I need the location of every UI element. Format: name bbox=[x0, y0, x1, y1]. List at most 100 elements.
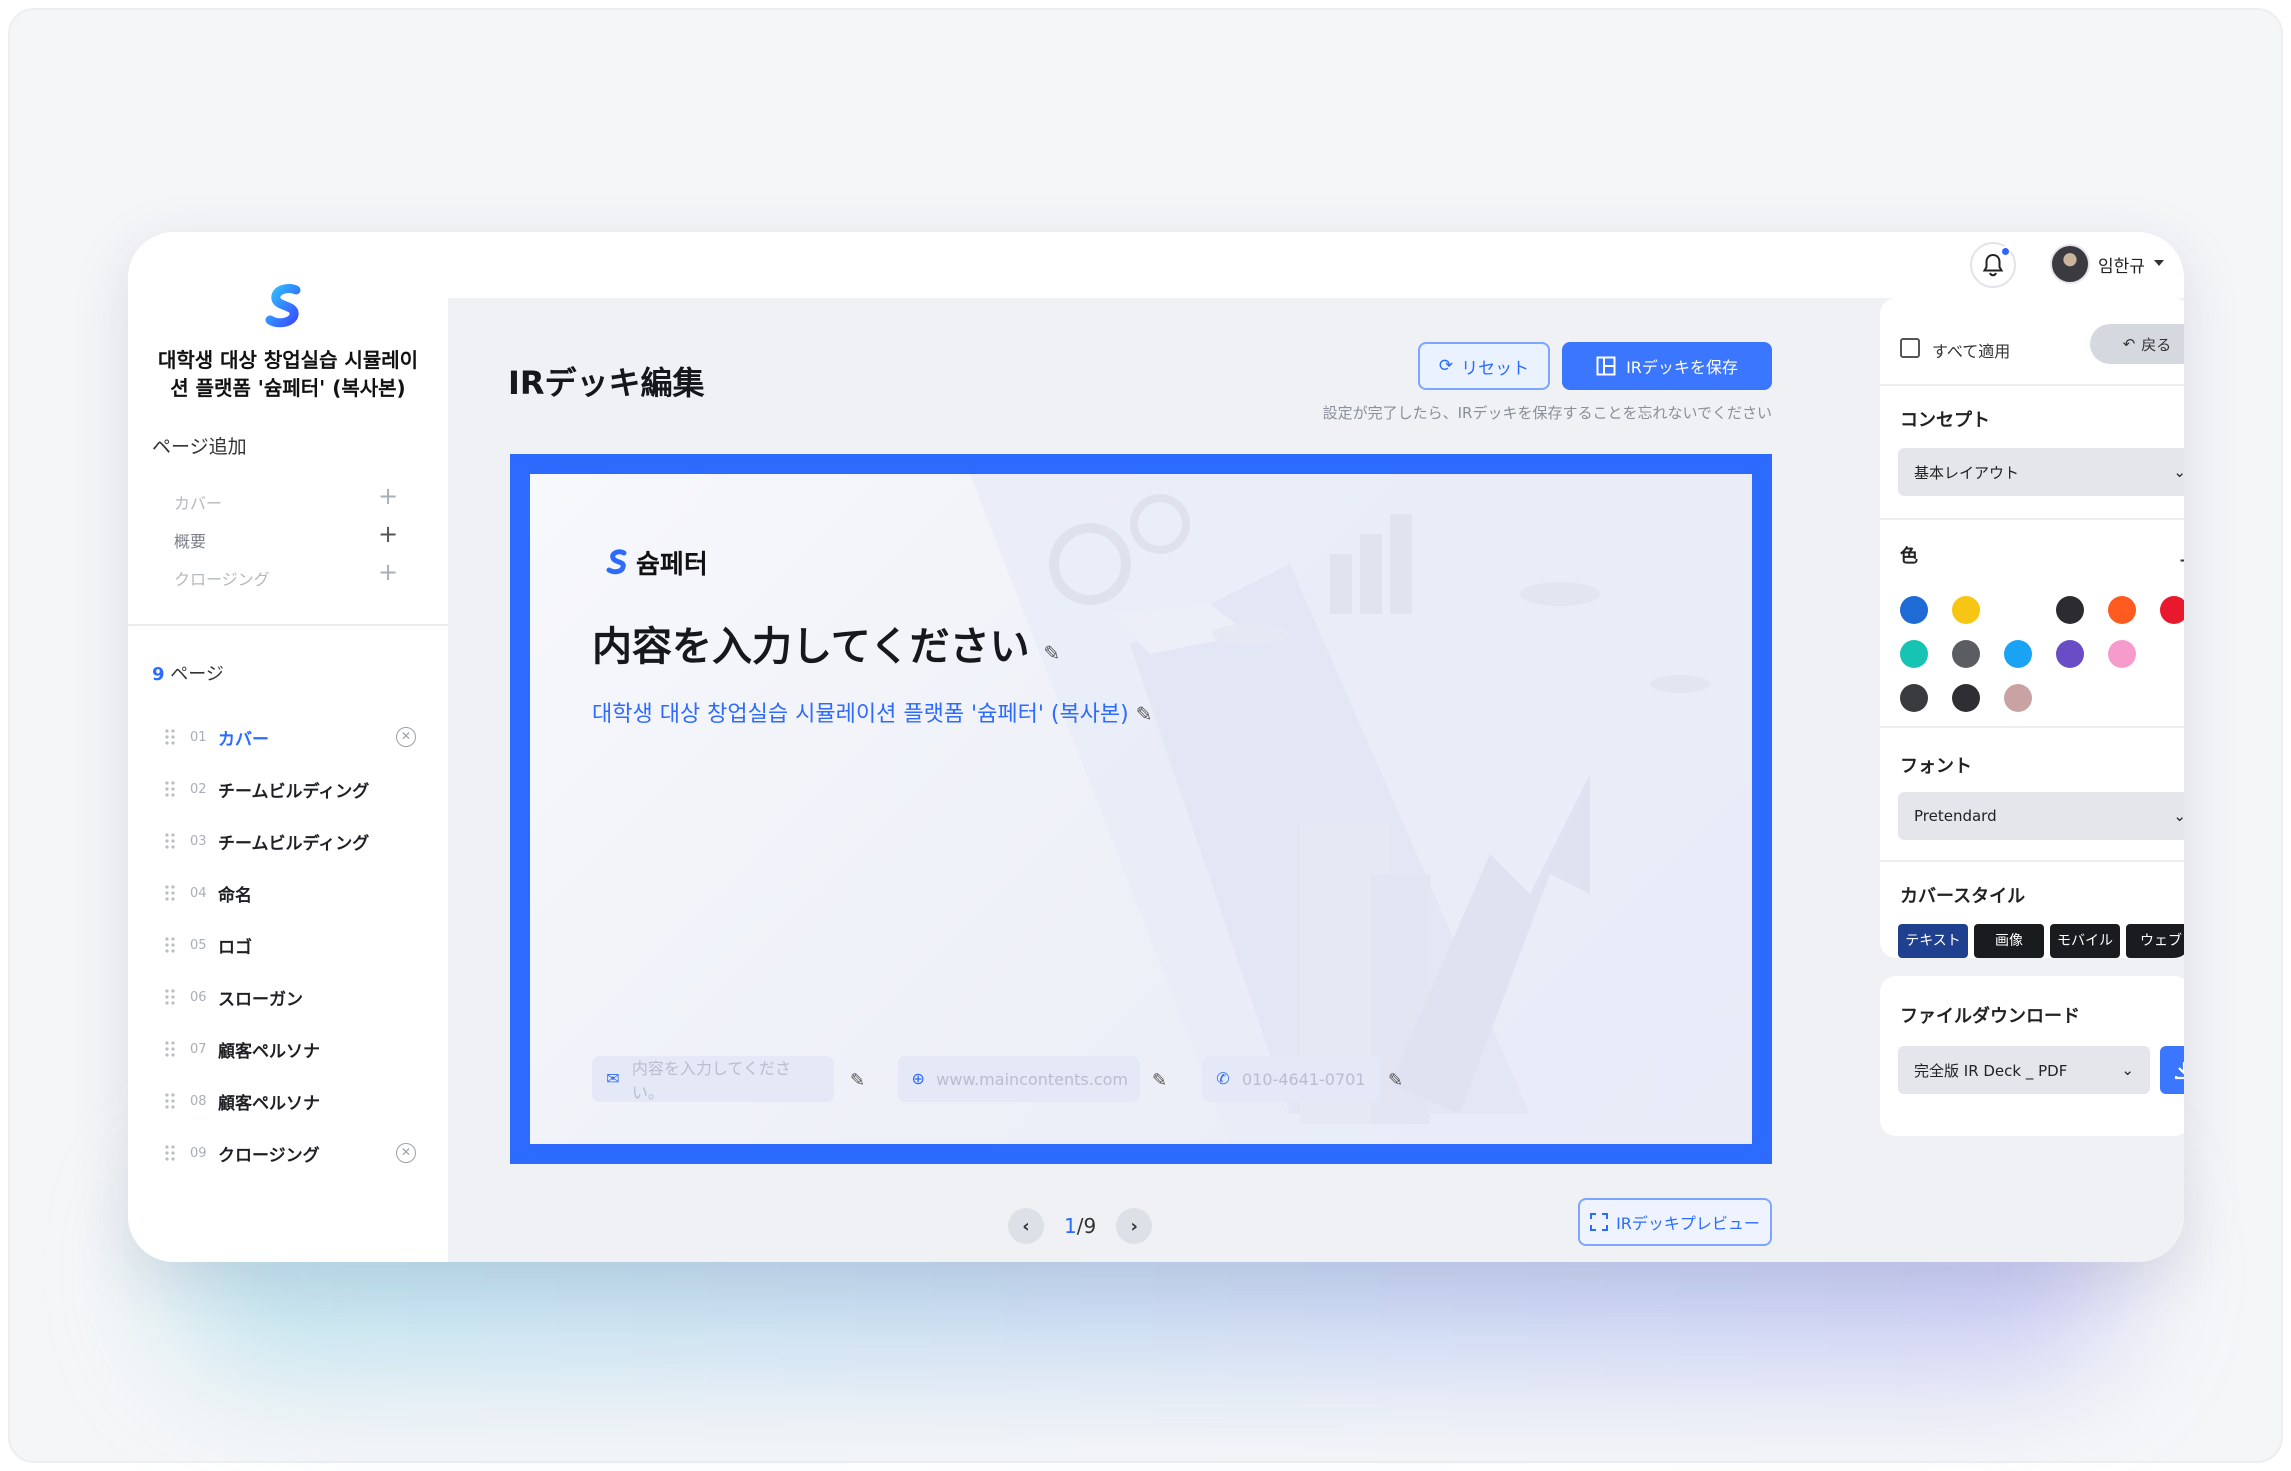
refresh-icon: ⟳ bbox=[1438, 356, 1454, 376]
pencil-icon[interactable]: ✎ bbox=[1152, 1070, 1167, 1091]
page-item[interactable]: 06 スローガン bbox=[164, 982, 414, 1012]
avatar[interactable] bbox=[2050, 244, 2090, 284]
back-button[interactable]: ↶ 戻る bbox=[2090, 324, 2184, 364]
page-item[interactable]: 09 クロージング ✕ bbox=[164, 1138, 416, 1168]
slide-subtitle[interactable]: 대학생 대상 창업실습 시뮬레이션 플랫폼 '슘페터' (복사본) ✎ bbox=[592, 696, 1153, 728]
notification-dot bbox=[2000, 246, 2011, 257]
color-swatch[interactable] bbox=[2004, 684, 2032, 712]
page-item[interactable]: 03 チームビルディング bbox=[164, 826, 414, 856]
logo-icon bbox=[265, 283, 301, 328]
color-swatch[interactable] bbox=[1900, 640, 1928, 668]
add-item-closing[interactable]: クロージング bbox=[174, 566, 270, 590]
drag-handle-icon[interactable] bbox=[164, 988, 176, 1006]
divider bbox=[128, 624, 448, 626]
notification-button[interactable] bbox=[1970, 242, 2016, 288]
sidebar: 대학생 대상 창업실습 시뮬레이션 플랫폼 '슘페터' (복사본) ページ追加 … bbox=[128, 232, 448, 1262]
pencil-icon[interactable]: ✎ bbox=[1136, 702, 1153, 726]
chevron-down-icon: ⌄ bbox=[2173, 463, 2184, 481]
app-window: 임한규 대학생 대상 창업실습 시뮬레이션 플랫폼 '슘페터' (복사본) ペー… bbox=[128, 232, 2184, 1262]
settings-panel: すべて適用 ↶ 戻る コンセプト 基本レイアウト ⌄ 色 + フォント bbox=[1874, 298, 2184, 1262]
color-swatch[interactable] bbox=[2160, 596, 2184, 624]
cover-style-options: テキスト 画像 モバイル ウェブ bbox=[1898, 924, 2184, 958]
phone-field[interactable]: ✆ 010-4641-0701 bbox=[1202, 1056, 1380, 1102]
page-item[interactable]: 01 カバー ✕ bbox=[164, 722, 416, 752]
drag-handle-icon[interactable] bbox=[164, 1144, 176, 1162]
slide-logo: 슘페터 bbox=[604, 544, 708, 581]
divider bbox=[1880, 518, 2184, 520]
globe-icon: ⊕ bbox=[911, 1069, 925, 1088]
divider bbox=[1880, 726, 2184, 728]
next-page-button[interactable]: › bbox=[1116, 1208, 1153, 1244]
chevron-down-icon: ⌄ bbox=[2173, 807, 2184, 825]
color-swatch[interactable] bbox=[2056, 640, 2084, 668]
color-swatch[interactable] bbox=[1900, 684, 1928, 712]
color-swatch[interactable] bbox=[2004, 640, 2032, 668]
color-label: 色 bbox=[1900, 546, 1918, 567]
pager: ‹ 1/9 › bbox=[1008, 1208, 1153, 1244]
add-page-title: ページ追加 bbox=[152, 436, 247, 458]
save-hint: 設定が完了したら、IRデッキを保存することを忘れないでください bbox=[1322, 404, 1772, 422]
drag-handle-icon[interactable] bbox=[164, 1040, 176, 1058]
download-format-select[interactable]: 完全版 IR Deck _ PDF ⌄ bbox=[1898, 1046, 2150, 1094]
drag-handle-icon[interactable] bbox=[164, 780, 176, 798]
add-item-cover[interactable]: カバー bbox=[174, 490, 222, 514]
color-swatch[interactable] bbox=[1952, 640, 1980, 668]
color-swatch[interactable] bbox=[1952, 684, 1980, 712]
preview-button[interactable]: IRデッキプレビュー bbox=[1578, 1198, 1772, 1246]
page-item[interactable]: 04 命名 bbox=[164, 878, 414, 908]
editor-area: IRデッキ編集 ⟳ リセット IRデッキを保存 設定が完了したら、IRデッキを保… bbox=[448, 298, 1874, 1262]
page-title: IRデッキ編集 bbox=[508, 364, 705, 402]
drag-handle-icon[interactable] bbox=[164, 1092, 176, 1110]
font-select[interactable]: Pretendard ⌄ bbox=[1898, 792, 2184, 840]
color-swatch[interactable] bbox=[1952, 596, 1980, 624]
plus-icon[interactable]: + bbox=[378, 560, 398, 584]
color-swatch[interactable] bbox=[2108, 640, 2136, 668]
drag-handle-icon[interactable] bbox=[164, 884, 176, 902]
page-item[interactable]: 08 顧客ペルソナ bbox=[164, 1086, 414, 1116]
color-swatch[interactable] bbox=[2056, 596, 2084, 624]
apply-all-checkbox[interactable] bbox=[1900, 338, 1920, 358]
slide-illustration bbox=[970, 474, 1752, 1144]
add-item-overview[interactable]: 概要 bbox=[174, 528, 206, 552]
save-deck-button[interactable]: IRデッキを保存 bbox=[1562, 342, 1772, 390]
download-button[interactable] bbox=[2160, 1046, 2184, 1094]
pencil-icon[interactable]: ✎ bbox=[850, 1070, 865, 1091]
pencil-icon[interactable]: ✎ bbox=[1388, 1070, 1403, 1091]
divider bbox=[1880, 860, 2184, 862]
slide-canvas[interactable]: 슘페터 内容を入力してください ✎ 대학생 대상 창업실습 시뮬레이션 플랫폼 … bbox=[510, 454, 1772, 1164]
drag-handle-icon[interactable] bbox=[164, 936, 176, 954]
plus-icon[interactable]: + bbox=[378, 484, 398, 508]
download-icon bbox=[2174, 1062, 2184, 1080]
bell-icon bbox=[1982, 253, 2004, 277]
close-icon[interactable]: ✕ bbox=[396, 727, 416, 747]
color-swatch[interactable] bbox=[1900, 596, 1928, 624]
fullscreen-icon bbox=[1590, 1213, 1609, 1231]
page-item[interactable]: 02 チームビルディング bbox=[164, 774, 414, 804]
user-name[interactable]: 임한규 bbox=[2098, 252, 2145, 277]
slide-title[interactable]: 内容を入力してください ✎ bbox=[592, 614, 1060, 672]
page-item[interactable]: 07 顧客ペルソナ bbox=[164, 1034, 414, 1064]
drag-handle-icon[interactable] bbox=[164, 728, 176, 746]
chevron-down-icon[interactable] bbox=[2154, 260, 2164, 266]
plus-icon[interactable]: + bbox=[378, 522, 398, 546]
download-card: ファイルダウンロード 完全版 IR Deck _ PDF ⌄ bbox=[1880, 976, 2184, 1136]
email-field[interactable]: ✉ 内容を入力してください。 bbox=[592, 1056, 834, 1102]
mail-icon: ✉ bbox=[606, 1069, 620, 1088]
drag-handle-icon[interactable] bbox=[164, 832, 176, 850]
pencil-icon[interactable]: ✎ bbox=[1044, 641, 1061, 665]
concept-label: コンセプト bbox=[1900, 410, 1990, 431]
website-field[interactable]: ⊕ www.maincontents.com bbox=[898, 1056, 1140, 1102]
color-swatch[interactable] bbox=[2108, 596, 2136, 624]
cover-style-mobile[interactable]: モバイル bbox=[2050, 924, 2120, 958]
undo-icon: ↶ bbox=[2122, 335, 2136, 353]
pages-count: 9 ページ bbox=[152, 664, 224, 685]
cover-style-web[interactable]: ウェブ bbox=[2126, 924, 2184, 958]
prev-page-button[interactable]: ‹ bbox=[1008, 1208, 1044, 1244]
page-item[interactable]: 05 ロゴ bbox=[164, 930, 414, 960]
cover-style-text[interactable]: テキスト bbox=[1898, 924, 1968, 958]
close-icon[interactable]: ✕ bbox=[396, 1143, 416, 1163]
cover-style-label: カバースタイル bbox=[1900, 886, 2026, 907]
reset-button[interactable]: ⟳ リセット bbox=[1418, 342, 1550, 390]
cover-style-image[interactable]: 画像 bbox=[1974, 924, 2044, 958]
concept-select[interactable]: 基本レイアウト ⌄ bbox=[1898, 448, 2184, 496]
